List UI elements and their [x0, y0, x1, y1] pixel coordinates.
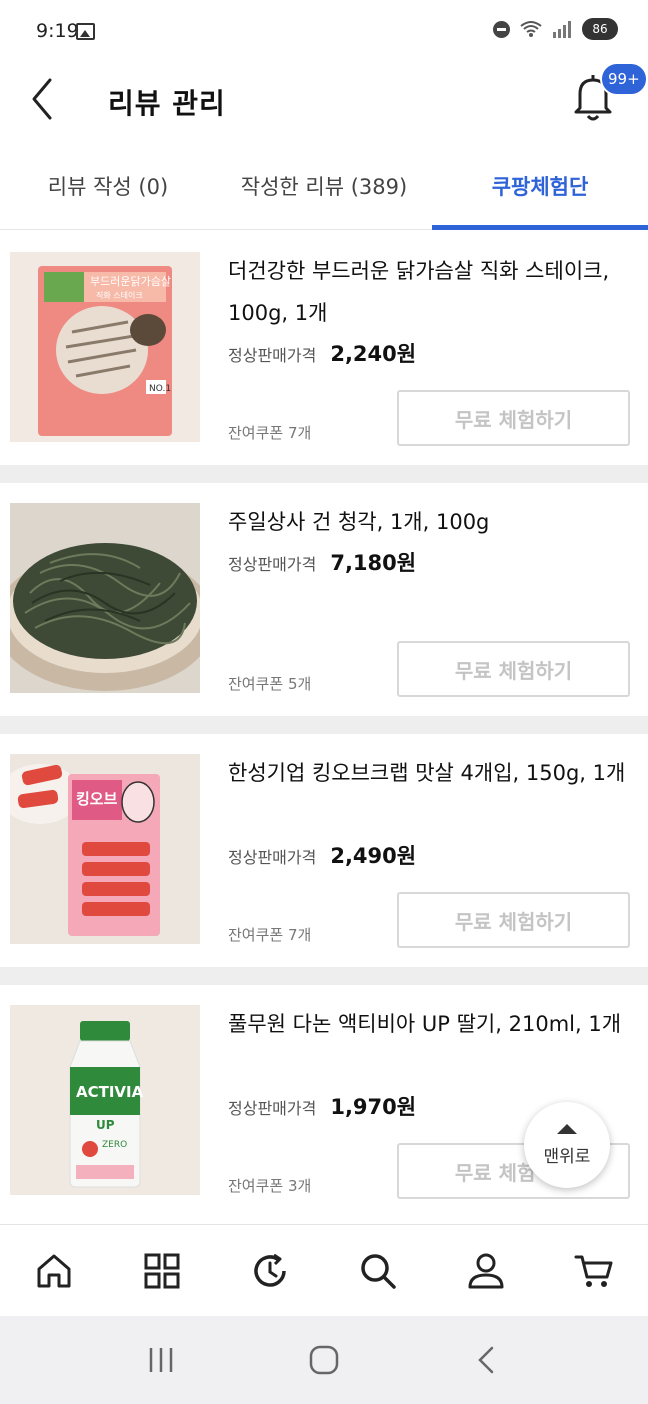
product-image[interactable]: 킹오브 [10, 754, 200, 944]
product-price: 1,970원 [330, 1095, 417, 1119]
home-icon [37, 1254, 71, 1287]
list-item: 부드러운닭가슴살 직화 스테이크 NO.1 더건강한 부드러운 닭가슴살 직화 … [0, 232, 648, 465]
page-title: 리뷰 관리 [108, 87, 226, 120]
nav-my-page[interactable] [432, 1225, 540, 1316]
battery-indicator: 86 [582, 18, 618, 40]
price-row: 정상판매가격 7,180원 [228, 547, 416, 577]
grid-icon [144, 1253, 180, 1288]
svg-text:직화 스테이크: 직화 스테이크 [96, 290, 143, 300]
search-icon [361, 1253, 396, 1289]
bottom-navigation [0, 1224, 648, 1316]
back-chevron-icon [477, 1346, 493, 1374]
recent-apps-button[interactable] [131, 1330, 191, 1390]
price-label: 정상판매가격 [228, 1099, 317, 1118]
home-circle-icon [309, 1345, 339, 1375]
product-price: 7,180원 [330, 551, 417, 575]
svg-text:NO.1: NO.1 [149, 384, 171, 394]
product-list: 부드러운닭가슴살 직화 스테이크 NO.1 더건강한 부드러운 닭가슴살 직화 … [0, 232, 648, 1218]
list-item: 킹오브 한성기업 킹오브크랩 맛살 4개입, 150g, 1개 정상판매가격 2… [0, 734, 648, 967]
home-button[interactable] [294, 1330, 354, 1390]
free-trial-button[interactable]: 무료 체험하기 [397, 390, 630, 446]
scroll-to-top-label: 맨위로 [543, 1146, 591, 1167]
product-image[interactable] [10, 503, 200, 693]
user-icon [468, 1253, 504, 1288]
svg-text:킹오브: 킹오브 [76, 790, 118, 808]
scroll-to-top-button[interactable]: 맨위로 [524, 1102, 610, 1188]
remaining-coupons: 잔여쿠폰 3개 [228, 1177, 312, 1195]
nav-home[interactable] [0, 1225, 108, 1316]
signal-icon [553, 21, 571, 38]
price-row: 정상판매가격 2,490원 [228, 840, 416, 870]
free-trial-button[interactable]: 무료 체험하기 [397, 892, 630, 948]
nav-categories[interactable] [108, 1225, 216, 1316]
remaining-coupons: 잔여쿠폰 7개 [228, 424, 312, 442]
nav-search[interactable] [324, 1225, 432, 1316]
remaining-coupons: 잔여쿠폰 5개 [228, 675, 312, 693]
back-button[interactable] [457, 1330, 517, 1390]
product-name[interactable]: 주일상사 건 청각, 1개, 100g [228, 501, 638, 543]
product-image[interactable]: 부드러운닭가슴살 직화 스테이크 NO.1 [10, 252, 200, 442]
svg-text:UP: UP [96, 1118, 115, 1132]
tab-coupang-trial[interactable]: 쿠팡체험단 [432, 142, 648, 230]
app-header: 리뷰 관리 [0, 62, 648, 142]
product-price: 2,490원 [330, 844, 417, 868]
system-navigation-bar [0, 1316, 648, 1404]
arrow-up-icon [557, 1123, 577, 1134]
nav-cart[interactable] [540, 1225, 648, 1316]
svg-text:ZERO: ZERO [102, 1140, 127, 1150]
recent-apps-icon [150, 1348, 173, 1372]
image-notification-icon [76, 23, 95, 40]
remaining-coupons: 잔여쿠폰 7개 [228, 926, 312, 944]
list-item: 주일상사 건 청각, 1개, 100g 정상판매가격 7,180원 잔여쿠폰 5… [0, 483, 648, 716]
product-name[interactable]: 한성기업 킹오브크랩 맛살 4개입, 150g, 1개 [228, 752, 638, 794]
price-label: 정상판매가격 [228, 848, 317, 867]
price-row: 정상판매가격 1,970원 [228, 1091, 416, 1121]
divider [0, 465, 648, 483]
do-not-disturb-icon [493, 20, 510, 38]
tab-bar: 리뷰 작성 (0) 작성한 리뷰 (389) 쿠팡체험단 [0, 142, 648, 230]
status-time: 9:19 [36, 20, 79, 42]
back-arrow-icon[interactable] [28, 76, 58, 122]
price-label: 정상판매가격 [228, 346, 317, 365]
divider [0, 967, 648, 985]
status-icons: 86 [493, 18, 618, 40]
price-label: 정상판매가격 [228, 555, 317, 574]
wifi-icon [520, 21, 542, 37]
cart-icon [574, 1255, 613, 1287]
product-price: 2,240원 [330, 342, 417, 366]
product-name[interactable]: 더건강한 부드러운 닭가슴살 직화 스테이크, 100g, 1개 [228, 250, 638, 334]
product-image[interactable]: ACTIVIA UP ZERO [10, 1005, 200, 1195]
tab-write-review[interactable]: 리뷰 작성 (0) [0, 142, 216, 229]
notification-badge: 99+ [600, 62, 648, 96]
free-trial-button[interactable]: 무료 체험하기 [397, 641, 630, 697]
product-name[interactable]: 풀무원 다논 액티비아 UP 딸기, 210ml, 1개 [228, 1003, 638, 1045]
status-bar: 9:19 86 [0, 0, 648, 62]
svg-text:부드러운닭가슴살: 부드러운닭가슴살 [90, 275, 171, 288]
svg-text:ACTIVIA: ACTIVIA [76, 1083, 144, 1101]
divider [0, 716, 648, 734]
nav-history[interactable] [216, 1225, 324, 1316]
tab-written-reviews[interactable]: 작성한 리뷰 (389) [216, 142, 432, 229]
history-icon [254, 1253, 286, 1287]
price-row: 정상판매가격 2,240원 [228, 338, 416, 368]
